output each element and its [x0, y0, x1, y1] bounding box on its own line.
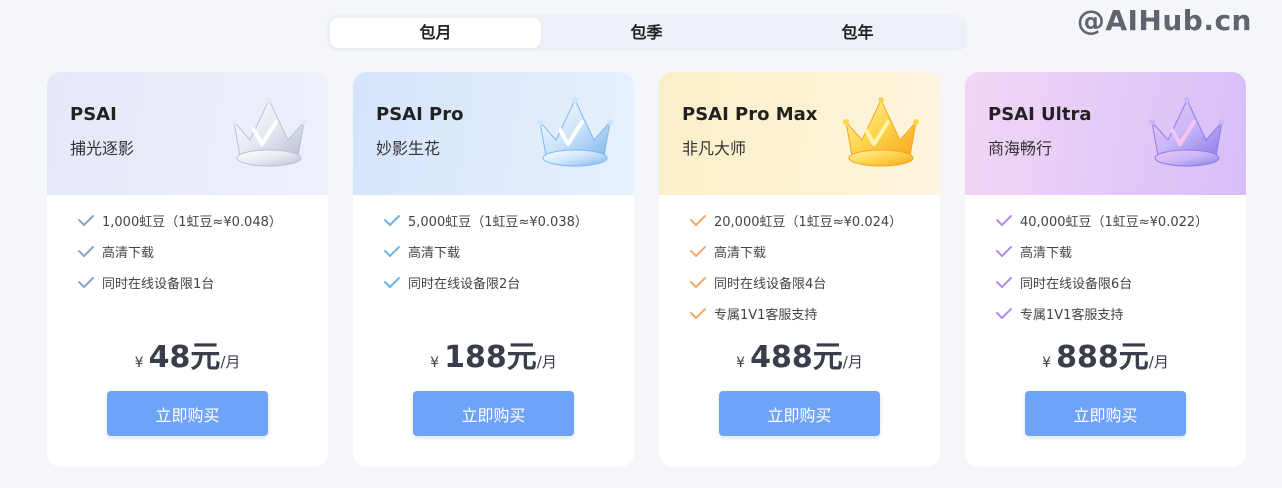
- price-amount: 888元: [1056, 340, 1149, 375]
- check-icon: [384, 276, 400, 288]
- feature-item: 专属1V1客服支持: [995, 298, 1246, 329]
- plan-header: PSAI 捕光逐影: [47, 72, 328, 195]
- plan-card: PSAI Pro Max 非凡大师 20,000虹豆（1虹豆≈¥0.024） 高…: [659, 72, 940, 467]
- check-icon: [996, 276, 1012, 288]
- price-amount: 48元: [148, 340, 221, 375]
- price-unit: /月: [220, 353, 241, 371]
- plan-header: PSAI Pro Max 非凡大师: [659, 72, 940, 195]
- price-unit: /月: [536, 353, 557, 371]
- feature-item: 高清下载: [995, 236, 1246, 267]
- feature-item: 高清下载: [689, 236, 940, 267]
- feature-text: 高清下载: [102, 246, 155, 261]
- tab-monthly[interactable]: 包月: [330, 18, 541, 48]
- plan-price: ¥ 48元/月: [47, 328, 328, 388]
- billing-period-tabs: 包月 包季 包年: [327, 15, 967, 51]
- feature-item: 5,000虹豆（1虹豆≈¥0.038）: [383, 205, 634, 236]
- check-icon: [996, 307, 1012, 319]
- price-amount: 188元: [444, 340, 537, 375]
- plan-price: ¥ 488元/月: [659, 328, 940, 388]
- crown-icon: [231, 97, 307, 167]
- plan-card: PSAI 捕光逐影 1,000虹豆（1虹豆≈¥0.048） 高清下载 同时在线设…: [47, 72, 328, 467]
- price-amount: 488元: [750, 340, 843, 375]
- buy-now-button[interactable]: 立即购买: [1025, 391, 1186, 436]
- feature-item: 专属1V1客服支持: [689, 298, 940, 329]
- feature-text: 40,000虹豆（1虹豆≈¥0.022）: [1020, 215, 1209, 230]
- feature-text: 同时在线设备限4台: [714, 277, 827, 292]
- price-unit: /月: [1148, 353, 1169, 371]
- plan-cards: PSAI 捕光逐影 1,000虹豆（1虹豆≈¥0.048） 高清下载 同时在线设…: [47, 72, 1246, 467]
- check-icon: [690, 245, 706, 257]
- tab-quarterly[interactable]: 包季: [541, 18, 752, 48]
- price-unit: /月: [842, 353, 863, 371]
- feature-text: 同时在线设备限1台: [102, 277, 215, 292]
- plan-card: PSAI Pro 妙影生花 5,000虹豆（1虹豆≈¥0.038） 高清下载 同…: [353, 72, 634, 467]
- feature-item: 高清下载: [77, 236, 328, 267]
- feature-list: 20,000虹豆（1虹豆≈¥0.024） 高清下载 同时在线设备限4台 专属1V…: [659, 195, 940, 328]
- currency-symbol: ¥: [134, 355, 144, 371]
- check-icon: [384, 214, 400, 226]
- buy-now-button[interactable]: 立即购买: [413, 391, 574, 436]
- plan-card: PSAI Ultra 商海畅行 40,000虹豆（1虹豆≈¥0.022） 高清下…: [965, 72, 1246, 467]
- check-icon: [78, 214, 94, 226]
- feature-text: 同时在线设备限6台: [1020, 277, 1133, 292]
- buy-now-button[interactable]: 立即购买: [107, 391, 268, 436]
- tab-yearly[interactable]: 包年: [752, 18, 963, 48]
- check-icon: [690, 307, 706, 319]
- feature-item: 同时在线设备限2台: [383, 267, 634, 298]
- feature-item: 40,000虹豆（1虹豆≈¥0.022）: [995, 205, 1246, 236]
- feature-text: 高清下载: [408, 246, 461, 261]
- watermark: @AIHub.cn: [1076, 4, 1252, 37]
- plan-header: PSAI Pro 妙影生花: [353, 72, 634, 195]
- feature-text: 高清下载: [714, 246, 767, 261]
- feature-item: 高清下载: [383, 236, 634, 267]
- currency-symbol: ¥: [430, 355, 440, 371]
- feature-list: 40,000虹豆（1虹豆≈¥0.022） 高清下载 同时在线设备限6台 专属1V…: [965, 195, 1246, 328]
- currency-symbol: ¥: [736, 355, 746, 371]
- feature-text: 专属1V1客服支持: [1020, 308, 1124, 323]
- feature-text: 专属1V1客服支持: [714, 308, 818, 323]
- check-icon: [78, 245, 94, 257]
- feature-text: 20,000虹豆（1虹豆≈¥0.024）: [714, 215, 903, 230]
- check-icon: [384, 245, 400, 257]
- plan-header: PSAI Ultra 商海畅行: [965, 72, 1246, 195]
- feature-item: 20,000虹豆（1虹豆≈¥0.024）: [689, 205, 940, 236]
- feature-text: 1,000虹豆（1虹豆≈¥0.048）: [102, 215, 282, 230]
- feature-text: 高清下载: [1020, 246, 1073, 261]
- feature-list: 5,000虹豆（1虹豆≈¥0.038） 高清下载 同时在线设备限2台: [353, 195, 634, 328]
- crown-icon: [1149, 97, 1225, 167]
- crown-icon: [537, 97, 613, 167]
- feature-item: 同时在线设备限1台: [77, 267, 328, 298]
- check-icon: [78, 276, 94, 288]
- feature-text: 同时在线设备限2台: [408, 277, 521, 292]
- crown-icon: [843, 97, 919, 167]
- feature-item: 同时在线设备限6台: [995, 267, 1246, 298]
- feature-list: 1,000虹豆（1虹豆≈¥0.048） 高清下载 同时在线设备限1台: [47, 195, 328, 328]
- feature-item: 同时在线设备限4台: [689, 267, 940, 298]
- check-icon: [690, 214, 706, 226]
- feature-text: 5,000虹豆（1虹豆≈¥0.038）: [408, 215, 588, 230]
- check-icon: [996, 245, 1012, 257]
- feature-item: 1,000虹豆（1虹豆≈¥0.048）: [77, 205, 328, 236]
- currency-symbol: ¥: [1042, 355, 1052, 371]
- plan-price: ¥ 188元/月: [353, 328, 634, 388]
- check-icon: [690, 276, 706, 288]
- buy-now-button[interactable]: 立即购买: [719, 391, 880, 436]
- check-icon: [996, 214, 1012, 226]
- plan-price: ¥ 888元/月: [965, 328, 1246, 388]
